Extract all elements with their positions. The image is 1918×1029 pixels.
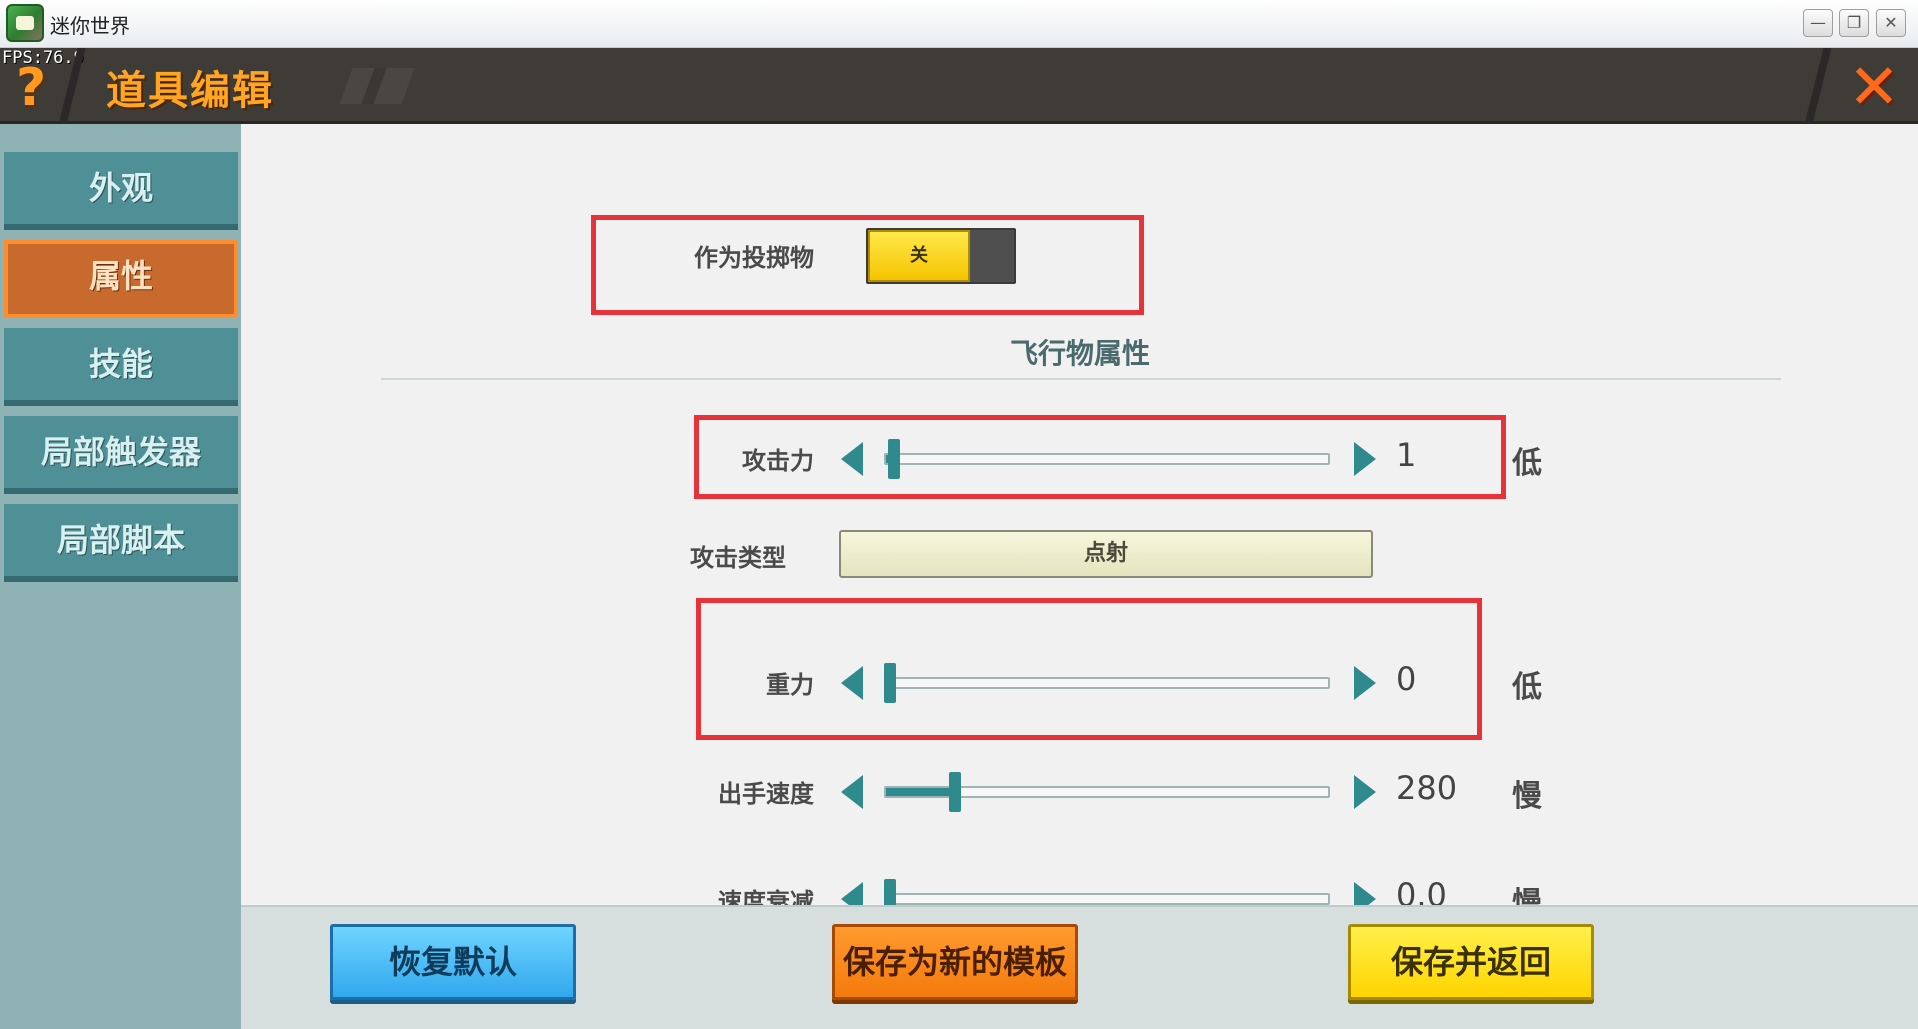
attack-value: 1 xyxy=(1396,436,1417,474)
speed-decay-label: 速度衰减 xyxy=(718,888,814,905)
attack-type-label: 攻击类型 xyxy=(690,544,786,572)
minimize-button[interactable]: — xyxy=(1803,9,1833,37)
projectile-label: 作为投掷物 xyxy=(694,244,814,272)
attack-level: 低 xyxy=(1512,446,1542,481)
gravity-slider-track[interactable] xyxy=(884,677,1330,689)
attack-increase-icon[interactable] xyxy=(1354,442,1376,476)
launch-speed-label: 出手速度 xyxy=(718,780,814,808)
sidebar-item-properties[interactable]: 属性 xyxy=(4,240,238,318)
launch-speed-increase-icon[interactable] xyxy=(1354,775,1376,809)
speed-decay-decrease-icon[interactable] xyxy=(841,882,863,905)
editor-header: FPS:76.9 ? 道具编辑 ✕ xyxy=(0,48,1918,124)
speed-decay-row: 速度衰减 0.0 慢 xyxy=(241,870,1918,905)
attack-decrease-icon[interactable] xyxy=(841,442,863,476)
gravity-value: 0 xyxy=(1396,660,1417,698)
attack-label: 攻击力 xyxy=(742,447,814,475)
header-divider-right xyxy=(1804,48,1832,124)
reset-default-button[interactable]: 恢复默认 xyxy=(330,924,576,1000)
sidebar: 外观 属性 技能 局部触发器 局部脚本 xyxy=(0,124,241,1029)
attack-slider-thumb[interactable] xyxy=(888,439,900,479)
save-and-return-button[interactable]: 保存并返回 xyxy=(1348,924,1594,1000)
help-button[interactable]: ? xyxy=(16,58,46,118)
maximize-button[interactable]: ❐ xyxy=(1839,9,1869,37)
launch-speed-level: 慢 xyxy=(1512,779,1542,814)
section-divider xyxy=(381,378,1781,380)
projectile-toggle-knob[interactable]: 关 xyxy=(868,230,970,282)
close-editor-button[interactable]: ✕ xyxy=(1848,52,1900,122)
save-as-template-button[interactable]: 保存为新的模板 xyxy=(832,924,1078,1000)
sidebar-item-local-scripts[interactable]: 局部脚本 xyxy=(4,504,238,582)
section-title: 飞行物属性 xyxy=(1009,337,1150,370)
gravity-increase-icon[interactable] xyxy=(1354,666,1376,700)
speed-decay-increase-icon[interactable] xyxy=(1354,882,1376,905)
page-title: 道具编辑 xyxy=(106,68,274,114)
attack-type-select[interactable]: 点射 xyxy=(839,530,1373,578)
window-close-button[interactable]: ✕ xyxy=(1876,9,1906,37)
launch-speed-slider-thumb[interactable] xyxy=(949,772,961,812)
speed-decay-level: 慢 xyxy=(1512,886,1542,905)
launch-speed-value: 280 xyxy=(1396,769,1458,807)
speed-decay-slider-thumb[interactable] xyxy=(884,879,896,905)
app-logo-icon xyxy=(6,4,44,42)
attack-slider-track[interactable] xyxy=(884,453,1330,465)
launch-speed-slider-fill xyxy=(886,788,952,796)
launch-speed-decrease-icon[interactable] xyxy=(841,775,863,809)
sidebar-item-appearance[interactable]: 外观 xyxy=(4,152,238,230)
speed-decay-slider-track[interactable] xyxy=(884,893,1330,905)
header-decoration xyxy=(339,68,415,104)
gravity-label: 重力 xyxy=(766,671,814,699)
projectile-toggle[interactable]: 关 xyxy=(866,228,1016,284)
speed-decay-value: 0.0 xyxy=(1396,876,1447,905)
window-titlebar: 迷你世界 — ❐ ✕ xyxy=(0,0,1918,48)
gravity-level: 低 xyxy=(1512,670,1542,705)
gravity-slider-thumb[interactable] xyxy=(884,663,896,703)
window-title: 迷你世界 xyxy=(50,14,130,38)
gravity-decrease-icon[interactable] xyxy=(841,666,863,700)
sidebar-item-skills[interactable]: 技能 xyxy=(4,328,238,406)
sidebar-item-local-triggers[interactable]: 局部触发器 xyxy=(4,416,238,494)
